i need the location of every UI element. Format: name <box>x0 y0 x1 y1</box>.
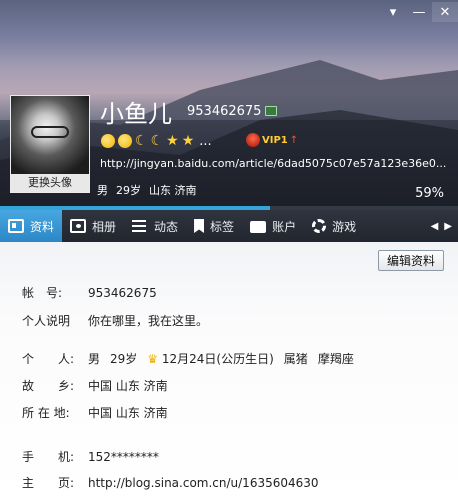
sun-icon <box>101 134 115 148</box>
mobile-value: 152******** <box>88 449 159 464</box>
tab-label: 动态 <box>154 219 179 234</box>
avatar-container[interactable]: 更换头像 <box>10 95 90 193</box>
edit-profile-button[interactable]: 编辑资料 <box>378 250 444 271</box>
mobile-row: 手 机: 152******** <box>22 448 159 465</box>
moon-icon: ☾ <box>135 133 148 149</box>
residence-row: 所 在 地: 中国 山东 济南 <box>22 404 168 421</box>
star-icon: ★ <box>166 133 179 149</box>
qq-level[interactable]: ☾ ☾ ★ ★ ... <box>101 133 212 149</box>
moon-icon: ☾ <box>150 133 164 149</box>
mobile-online-icon[interactable] <box>265 106 277 116</box>
account-value: 953462675 <box>88 285 157 300</box>
avatar-glasses <box>31 126 69 138</box>
avatar <box>11 96 89 174</box>
crown-icon: ♛ <box>147 352 159 366</box>
vip-icon <box>246 133 260 147</box>
account-label: 帐 号: <box>22 286 63 300</box>
zodiac: 属猪 <box>283 352 308 366</box>
profile-completion-percent: 59% <box>415 186 444 201</box>
close-button[interactable]: ✕ <box>432 2 458 22</box>
personal-value: 男 29岁 ♛ 12月24日(公历生日) 属猪 摩羯座 <box>88 350 354 367</box>
tab-games[interactable]: 游戏 <box>304 210 364 242</box>
change-avatar-button[interactable]: 更换头像 <box>11 174 89 192</box>
list-icon <box>132 219 148 233</box>
tab-label: 账户 <box>272 219 297 234</box>
signature-row: 个人说明 你在哪里，我在这里。 <box>22 312 208 329</box>
homepage-row: 主 页: http://blog.sina.com.cn/u/163560463… <box>22 474 319 491</box>
bag-icon <box>250 221 267 233</box>
residence-label: 所 在 地: <box>22 406 70 420</box>
nickname: 小鱼儿 <box>100 100 172 128</box>
star-icon: ★ <box>181 133 195 149</box>
vip-label: VIP1 <box>262 134 288 146</box>
tab-label: 相册 <box>92 219 117 234</box>
personal-age: 29岁 <box>110 352 138 366</box>
personal-gender: 男 <box>88 352 101 366</box>
tab-profile[interactable]: 资料 <box>0 210 63 242</box>
tab-label: 标签 <box>210 219 235 234</box>
window-controls: ▾ — ✕ <box>380 2 458 22</box>
hometown-label: 故 乡: <box>22 379 75 393</box>
skin-button[interactable]: ▾ <box>380 2 406 22</box>
tab-next-icon[interactable]: ▶ <box>444 221 452 232</box>
birthday-text: 12月24日(公历生日) <box>161 352 274 366</box>
constellation: 摩羯座 <box>317 352 354 366</box>
signature-value: 你在哪里，我在这里。 <box>88 314 209 328</box>
gender: 男 <box>97 184 108 197</box>
tab-feed[interactable]: 动态 <box>124 210 186 242</box>
signature-label: 个人说明 <box>22 314 71 328</box>
location: 山东 济南 <box>149 184 197 197</box>
vip-up-arrow-icon: ↑ <box>289 134 299 146</box>
hometown-row: 故 乡: 中国 山东 济南 <box>22 377 168 394</box>
bookmark-icon <box>194 219 205 233</box>
mobile-label: 手 机: <box>22 450 75 464</box>
tab-tags[interactable]: 标签 <box>186 210 242 242</box>
homepage-label: 主 页: <box>22 476 75 490</box>
signature-url[interactable]: http://jingyan.baidu.com/article/6dad507… <box>100 157 446 170</box>
tab-label: 游戏 <box>332 219 357 234</box>
profile-header: ▾ — ✕ 更换头像 小鱼儿 953462675 ☾ ☾ ★ ★ ... VIP… <box>0 0 458 210</box>
tab-album[interactable]: 相册 <box>62 210 124 242</box>
tab-account[interactable]: 账户 <box>242 210 304 242</box>
qq-number: 953462675 <box>187 104 262 119</box>
personal-row: 个 人: 男 29岁 ♛ 12月24日(公历生日) 属猪 摩羯座 <box>22 350 354 367</box>
homepage-link[interactable]: http://blog.sina.com.cn/u/1635604630 <box>88 474 319 491</box>
profile-details: 编辑资料 帐 号: 953462675 个人说明 你在哪里，我在这里。 个 人:… <box>0 242 458 496</box>
hometown-value: 中国 山东 济南 <box>88 379 168 393</box>
card-icon <box>8 219 24 233</box>
account-row: 帐 号: 953462675 <box>22 284 157 301</box>
personal-label: 个 人: <box>22 352 75 366</box>
more-levels: ... <box>199 133 212 149</box>
sun-icon <box>118 134 132 148</box>
vip-badge[interactable]: VIP1 ↑ <box>246 133 298 147</box>
age: 29岁 <box>116 184 141 197</box>
tab-label: 资料 <box>30 219 55 234</box>
tab-scroll-arrows: ◀ ▶ <box>431 221 458 232</box>
tab-bar: 资料 相册 动态 标签 账户 游戏 ◀ ▶ <box>0 210 458 242</box>
tab-prev-icon[interactable]: ◀ <box>431 221 439 232</box>
photo-icon <box>70 219 87 233</box>
gear-icon <box>312 219 327 233</box>
minimize-button[interactable]: — <box>406 2 432 22</box>
birthday: ♛ 12月24日(公历生日) <box>147 350 274 367</box>
residence-value: 中国 山东 济南 <box>88 406 168 420</box>
basic-info-line: 男 29岁 山东 济南 <box>97 182 197 198</box>
